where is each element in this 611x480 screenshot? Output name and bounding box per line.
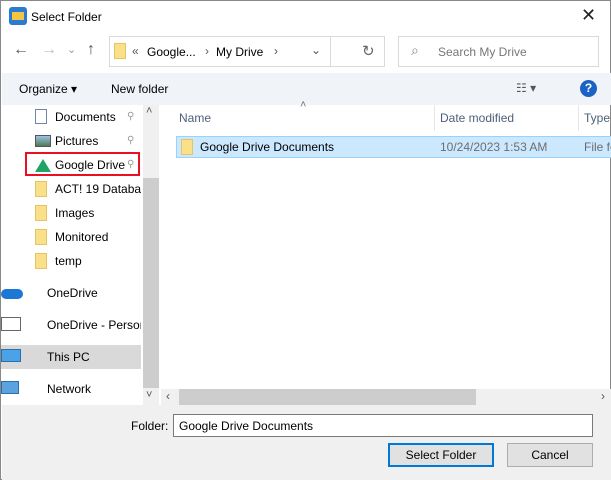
folder-icon	[35, 181, 47, 197]
folder-icon	[35, 205, 47, 221]
search-icon: ⌕	[411, 42, 419, 58]
file-date: 10/24/2023 1:53 AM	[440, 140, 548, 154]
file-name: Google Drive Documents	[200, 140, 335, 154]
refresh-button[interactable]: ↻	[362, 42, 375, 60]
file-type: File fo	[584, 140, 611, 154]
breadcrumb-google[interactable]: Google...	[147, 45, 196, 59]
cloud-folder-icon	[181, 139, 193, 155]
sidebar-item-documents[interactable]: Documents ⚲	[21, 105, 141, 129]
cancel-button[interactable]: Cancel	[507, 443, 593, 467]
folder-icon	[35, 253, 47, 269]
sidebar-item-label: OneDrive	[47, 286, 98, 300]
network-icon	[1, 381, 19, 394]
sidebar-item-label: OneDrive - Persor	[47, 318, 141, 332]
toolbar: Organize ▾ New folder ☷ ▾	[2, 73, 611, 105]
sort-indicator-icon: ˄	[300, 99, 307, 111]
highlight-box	[25, 152, 140, 176]
close-button[interactable]: ✕	[581, 5, 596, 26]
breadcrumb-separator[interactable]: ›	[274, 44, 278, 58]
footer: Folder: Google Drive Documents Select Fo…	[2, 405, 611, 480]
forward-button[interactable]: →	[41, 41, 57, 59]
onedrive-icon	[1, 289, 23, 299]
file-row[interactable]: Google Drive Documents 10/24/2023 1:53 A…	[176, 136, 611, 158]
sidebar-item-temp[interactable]: temp	[21, 249, 141, 273]
breadcrumb-separator[interactable]: ›	[205, 44, 209, 58]
search-box[interactable]: ⌕ Search My Drive	[398, 36, 599, 67]
select-folder-dialog: Select Folder ✕ ← → ⌄ ↑ « Google... › My…	[0, 0, 611, 480]
pin-icon: ⚲	[127, 111, 135, 122]
sidebar-item-label: ACT! 19 Databas	[55, 182, 141, 196]
breadcrumb-overflow[interactable]: «	[132, 44, 139, 58]
help-button[interactable]: ?	[580, 80, 597, 97]
sidebar-item-label: Pictures	[55, 134, 99, 148]
back-button[interactable]: ←	[13, 41, 29, 59]
folder-icon	[35, 229, 47, 245]
app-icon	[9, 7, 27, 25]
select-folder-button[interactable]: Select Folder	[388, 443, 494, 467]
onedrive-personal-icon	[1, 317, 21, 331]
sidebar-item-pictures[interactable]: Pictures ⚲	[21, 129, 141, 153]
scrollbar-thumb[interactable]	[179, 389, 476, 405]
sidebar-item-images[interactable]: Images	[21, 201, 141, 225]
search-input[interactable]: Search My Drive	[438, 45, 527, 59]
this-pc-icon	[1, 349, 21, 362]
sidebar-item-label: Documents	[55, 110, 116, 124]
sidebar-item-this-pc[interactable]: This PC	[1, 345, 141, 369]
sidebar-item-network[interactable]: Network	[1, 377, 141, 401]
up-button[interactable]: ↑	[87, 41, 95, 59]
scrollbar-thumb[interactable]	[143, 178, 159, 388]
pin-icon: ⚲	[127, 135, 135, 146]
sidebar-item-onedrive[interactable]: OneDrive	[1, 281, 141, 305]
pictures-icon	[35, 135, 51, 147]
column-header-type[interactable]: Type	[584, 111, 610, 125]
folder-label: Folder:	[131, 419, 169, 433]
sidebar-item-act-19-databas[interactable]: ACT! 19 Databas	[21, 177, 141, 201]
sidebar-item-label: This PC	[47, 350, 90, 364]
sidebar-item-monitored[interactable]: Monitored	[21, 225, 141, 249]
sidebar-item-onedrive-persor[interactable]: OneDrive - Persor	[1, 313, 141, 337]
nav-vertical-scrollbar[interactable]: ˄ ˅	[143, 105, 159, 405]
sidebar-item-label: Network	[47, 382, 92, 396]
new-folder-button[interactable]: New folder	[111, 82, 168, 96]
sidebar-item-label: temp	[55, 254, 82, 268]
view-options-button[interactable]: ☷ ▾	[516, 81, 536, 95]
folder-icon	[114, 43, 126, 59]
address-bar[interactable]: « Google... › My Drive › ⌄ ↻	[109, 36, 385, 67]
column-header-name[interactable]: Name	[179, 111, 211, 125]
organize-menu[interactable]: Organize ▾	[19, 82, 77, 96]
recent-locations-button[interactable]: ⌄	[67, 43, 76, 56]
folder-input[interactable]: Google Drive Documents	[173, 414, 593, 437]
breadcrumb-my-drive[interactable]: My Drive	[216, 45, 263, 59]
address-dropdown[interactable]: ⌄	[311, 43, 321, 57]
window-title: Select Folder	[31, 10, 102, 24]
column-header-date[interactable]: Date modified	[440, 111, 514, 125]
sidebar-item-label: Monitored	[55, 230, 109, 244]
sidebar-item-label: Images	[55, 206, 95, 220]
documents-icon	[35, 109, 47, 124]
horizontal-scrollbar[interactable]: ‹ ›	[161, 389, 611, 405]
